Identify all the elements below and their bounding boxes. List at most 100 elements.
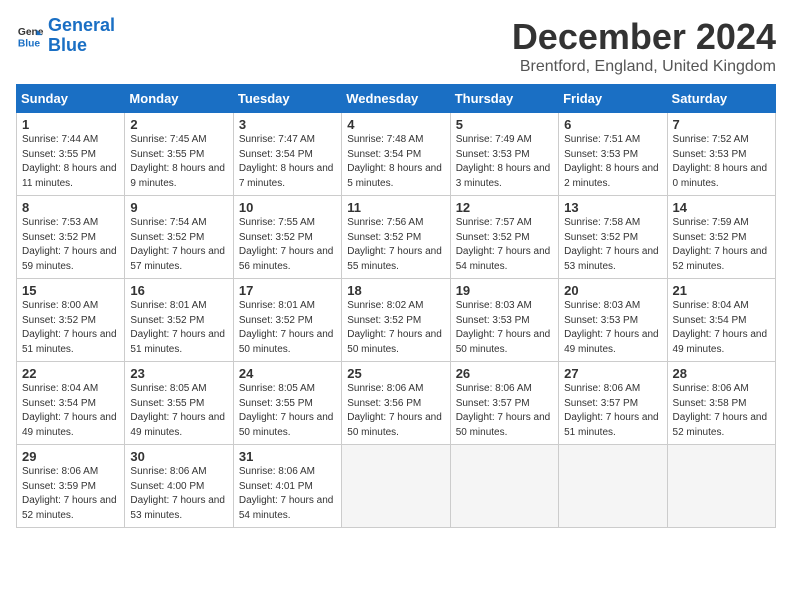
calendar-cell <box>450 445 558 528</box>
day-number: 14 <box>673 200 770 215</box>
day-number: 6 <box>564 117 661 132</box>
weekday-header-wednesday: Wednesday <box>342 85 450 113</box>
calendar-cell: 27Sunrise: 8:06 AMSunset: 3:57 PMDayligh… <box>559 362 667 445</box>
calendar-cell <box>559 445 667 528</box>
calendar-cell: 12Sunrise: 7:57 AMSunset: 3:52 PMDayligh… <box>450 196 558 279</box>
weekday-header-thursday: Thursday <box>450 85 558 113</box>
calendar-title: December 2024 <box>512 16 776 58</box>
calendar-cell: 5Sunrise: 7:49 AMSunset: 3:53 PMDaylight… <box>450 113 558 196</box>
weekday-header-row: SundayMondayTuesdayWednesdayThursdayFrid… <box>17 85 776 113</box>
day-number: 11 <box>347 200 444 215</box>
title-block: December 2024 Brentford, England, United… <box>512 16 776 76</box>
day-info: Sunrise: 8:05 AMSunset: 3:55 PMDaylight:… <box>130 382 227 440</box>
day-number: 22 <box>22 366 119 381</box>
weekday-header-friday: Friday <box>559 85 667 113</box>
calendar-cell: 28Sunrise: 8:06 AMSunset: 3:58 PMDayligh… <box>667 362 775 445</box>
day-number: 28 <box>673 366 770 381</box>
calendar-cell: 31Sunrise: 8:06 AMSunset: 4:01 PMDayligh… <box>233 445 341 528</box>
week-row-3: 15Sunrise: 8:00 AMSunset: 3:52 PMDayligh… <box>17 279 776 362</box>
day-info: Sunrise: 8:06 AMSunset: 3:57 PMDaylight:… <box>564 382 661 440</box>
logo-text-line2: Blue <box>48 36 115 56</box>
day-info: Sunrise: 8:06 AMSunset: 3:57 PMDaylight:… <box>456 382 553 440</box>
calendar-subtitle: Brentford, England, United Kingdom <box>512 58 776 76</box>
day-number: 18 <box>347 283 444 298</box>
calendar-cell: 23Sunrise: 8:05 AMSunset: 3:55 PMDayligh… <box>125 362 233 445</box>
day-info: Sunrise: 7:57 AMSunset: 3:52 PMDaylight:… <box>456 216 553 274</box>
calendar-cell: 8Sunrise: 7:53 AMSunset: 3:52 PMDaylight… <box>17 196 125 279</box>
day-number: 25 <box>347 366 444 381</box>
day-info: Sunrise: 7:45 AMSunset: 3:55 PMDaylight:… <box>130 133 227 191</box>
calendar-cell: 4Sunrise: 7:48 AMSunset: 3:54 PMDaylight… <box>342 113 450 196</box>
day-info: Sunrise: 7:55 AMSunset: 3:52 PMDaylight:… <box>239 216 336 274</box>
day-info: Sunrise: 7:44 AMSunset: 3:55 PMDaylight:… <box>22 133 119 191</box>
day-number: 12 <box>456 200 553 215</box>
day-number: 26 <box>456 366 553 381</box>
day-number: 31 <box>239 449 336 464</box>
day-info: Sunrise: 7:58 AMSunset: 3:52 PMDaylight:… <box>564 216 661 274</box>
week-row-4: 22Sunrise: 8:04 AMSunset: 3:54 PMDayligh… <box>17 362 776 445</box>
calendar-cell: 3Sunrise: 7:47 AMSunset: 3:54 PMDaylight… <box>233 113 341 196</box>
calendar-cell: 21Sunrise: 8:04 AMSunset: 3:54 PMDayligh… <box>667 279 775 362</box>
calendar-cell: 20Sunrise: 8:03 AMSunset: 3:53 PMDayligh… <box>559 279 667 362</box>
calendar-cell: 6Sunrise: 7:51 AMSunset: 3:53 PMDaylight… <box>559 113 667 196</box>
calendar-cell: 7Sunrise: 7:52 AMSunset: 3:53 PMDaylight… <box>667 113 775 196</box>
calendar-cell: 29Sunrise: 8:06 AMSunset: 3:59 PMDayligh… <box>17 445 125 528</box>
day-info: Sunrise: 7:48 AMSunset: 3:54 PMDaylight:… <box>347 133 444 191</box>
day-number: 15 <box>22 283 119 298</box>
logo: General Blue General Blue <box>16 16 115 56</box>
weekday-header-tuesday: Tuesday <box>233 85 341 113</box>
weekday-header-saturday: Saturday <box>667 85 775 113</box>
calendar-cell <box>342 445 450 528</box>
day-number: 21 <box>673 283 770 298</box>
day-number: 20 <box>564 283 661 298</box>
calendar-cell: 19Sunrise: 8:03 AMSunset: 3:53 PMDayligh… <box>450 279 558 362</box>
day-info: Sunrise: 8:00 AMSunset: 3:52 PMDaylight:… <box>22 299 119 357</box>
day-info: Sunrise: 8:02 AMSunset: 3:52 PMDaylight:… <box>347 299 444 357</box>
calendar-cell: 22Sunrise: 8:04 AMSunset: 3:54 PMDayligh… <box>17 362 125 445</box>
calendar-table: SundayMondayTuesdayWednesdayThursdayFrid… <box>16 84 776 528</box>
calendar-cell: 30Sunrise: 8:06 AMSunset: 4:00 PMDayligh… <box>125 445 233 528</box>
day-info: Sunrise: 7:47 AMSunset: 3:54 PMDaylight:… <box>239 133 336 191</box>
day-number: 4 <box>347 117 444 132</box>
day-number: 1 <box>22 117 119 132</box>
week-row-5: 29Sunrise: 8:06 AMSunset: 3:59 PMDayligh… <box>17 445 776 528</box>
day-number: 13 <box>564 200 661 215</box>
day-info: Sunrise: 7:49 AMSunset: 3:53 PMDaylight:… <box>456 133 553 191</box>
day-number: 10 <box>239 200 336 215</box>
calendar-cell: 2Sunrise: 7:45 AMSunset: 3:55 PMDaylight… <box>125 113 233 196</box>
day-info: Sunrise: 8:06 AMSunset: 4:01 PMDaylight:… <box>239 465 336 523</box>
calendar-cell <box>667 445 775 528</box>
day-info: Sunrise: 8:01 AMSunset: 3:52 PMDaylight:… <box>239 299 336 357</box>
day-number: 7 <box>673 117 770 132</box>
day-number: 16 <box>130 283 227 298</box>
day-number: 23 <box>130 366 227 381</box>
day-number: 19 <box>456 283 553 298</box>
day-number: 29 <box>22 449 119 464</box>
day-number: 3 <box>239 117 336 132</box>
day-number: 9 <box>130 200 227 215</box>
day-info: Sunrise: 7:59 AMSunset: 3:52 PMDaylight:… <box>673 216 770 274</box>
day-number: 5 <box>456 117 553 132</box>
day-info: Sunrise: 8:03 AMSunset: 3:53 PMDaylight:… <box>456 299 553 357</box>
calendar-cell: 16Sunrise: 8:01 AMSunset: 3:52 PMDayligh… <box>125 279 233 362</box>
svg-text:Blue: Blue <box>18 38 41 49</box>
logo-icon: General Blue <box>16 22 44 50</box>
calendar-cell: 17Sunrise: 8:01 AMSunset: 3:52 PMDayligh… <box>233 279 341 362</box>
calendar-cell: 24Sunrise: 8:05 AMSunset: 3:55 PMDayligh… <box>233 362 341 445</box>
calendar-cell: 26Sunrise: 8:06 AMSunset: 3:57 PMDayligh… <box>450 362 558 445</box>
day-number: 2 <box>130 117 227 132</box>
day-info: Sunrise: 8:06 AMSunset: 4:00 PMDaylight:… <box>130 465 227 523</box>
calendar-cell: 1Sunrise: 7:44 AMSunset: 3:55 PMDaylight… <box>17 113 125 196</box>
day-info: Sunrise: 7:54 AMSunset: 3:52 PMDaylight:… <box>130 216 227 274</box>
day-info: Sunrise: 8:01 AMSunset: 3:52 PMDaylight:… <box>130 299 227 357</box>
day-number: 24 <box>239 366 336 381</box>
day-number: 30 <box>130 449 227 464</box>
week-row-1: 1Sunrise: 7:44 AMSunset: 3:55 PMDaylight… <box>17 113 776 196</box>
day-number: 27 <box>564 366 661 381</box>
calendar-cell: 18Sunrise: 8:02 AMSunset: 3:52 PMDayligh… <box>342 279 450 362</box>
logo-text-line1: General <box>48 16 115 36</box>
day-info: Sunrise: 8:05 AMSunset: 3:55 PMDaylight:… <box>239 382 336 440</box>
calendar-cell: 15Sunrise: 8:00 AMSunset: 3:52 PMDayligh… <box>17 279 125 362</box>
weekday-header-monday: Monday <box>125 85 233 113</box>
calendar-cell: 9Sunrise: 7:54 AMSunset: 3:52 PMDaylight… <box>125 196 233 279</box>
